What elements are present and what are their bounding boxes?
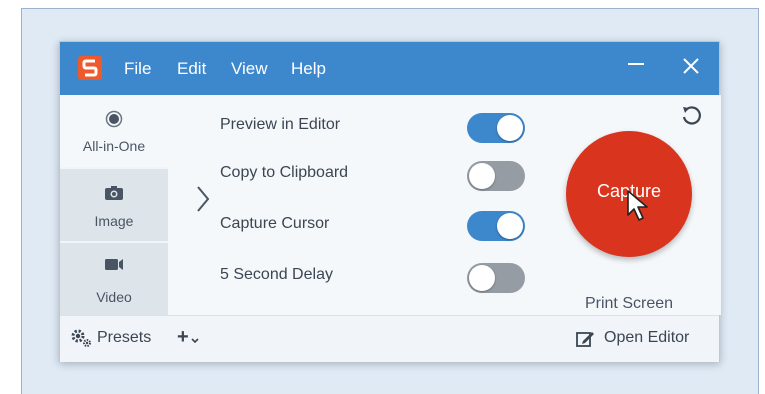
menu-file[interactable]: File bbox=[124, 59, 151, 79]
open-editor-button[interactable]: Open Editor bbox=[604, 329, 689, 347]
presets-label[interactable]: Presets bbox=[97, 329, 151, 347]
close-icon bbox=[683, 58, 699, 74]
edit-icon[interactable] bbox=[575, 329, 595, 349]
footer-bar: Presets + Open Editor bbox=[60, 315, 719, 362]
tab-all-in-one[interactable]: All-in-One bbox=[60, 95, 168, 167]
capture-hotkey-label: Print Screen bbox=[584, 295, 674, 312]
snagit-logo bbox=[78, 56, 102, 80]
tab-label: Image bbox=[94, 213, 134, 229]
chevron-down-icon[interactable] bbox=[191, 338, 199, 344]
chevron-right-icon[interactable] bbox=[196, 185, 210, 213]
tab-label: Video bbox=[96, 289, 132, 305]
tab-image[interactable]: Image bbox=[60, 169, 168, 241]
minimize-button[interactable] bbox=[627, 52, 645, 78]
option-label-preview-in-editor: Preview in Editor bbox=[220, 116, 341, 133]
capture-mode-tabs: All-in-One Image Video bbox=[60, 95, 168, 315]
toggle-capture-cursor[interactable] bbox=[467, 211, 525, 241]
mouse-cursor-icon bbox=[627, 190, 648, 221]
menu-help[interactable]: Help bbox=[291, 59, 326, 79]
menu-edit[interactable]: Edit bbox=[177, 59, 206, 79]
toggle-copy-to-clipboard[interactable] bbox=[467, 161, 525, 191]
radio-dot-icon bbox=[105, 110, 123, 128]
toggle-knob bbox=[469, 265, 495, 291]
option-label-copy-to-clipboard: Copy to Clipboard bbox=[220, 164, 349, 181]
video-camera-icon bbox=[105, 259, 123, 270]
close-button[interactable] bbox=[682, 55, 700, 81]
camera-icon bbox=[105, 186, 123, 200]
reset-icon[interactable] bbox=[680, 104, 704, 128]
toggle-knob bbox=[497, 115, 523, 141]
tab-label: All-in-One bbox=[82, 138, 146, 154]
capture-button[interactable]: Capture bbox=[566, 131, 692, 257]
option-label-capture-cursor: Capture Cursor bbox=[220, 215, 330, 232]
menu-view[interactable]: View bbox=[231, 59, 268, 79]
toggle-preview-in-editor[interactable] bbox=[467, 113, 525, 143]
add-preset-button[interactable]: + bbox=[177, 326, 189, 349]
minimize-icon bbox=[628, 63, 644, 65]
toggle-5-second-delay[interactable] bbox=[467, 263, 525, 293]
snagit-capture-window: File Edit View Help All-in-One Image Vid… bbox=[59, 41, 721, 362]
toggle-knob bbox=[497, 213, 523, 239]
option-label-5-second-delay: 5 Second Delay bbox=[220, 266, 333, 283]
gear-icon[interactable] bbox=[70, 328, 92, 348]
tab-video[interactable]: Video bbox=[60, 243, 168, 315]
toggle-knob bbox=[469, 163, 495, 189]
title-bar: File Edit View Help bbox=[60, 42, 719, 95]
